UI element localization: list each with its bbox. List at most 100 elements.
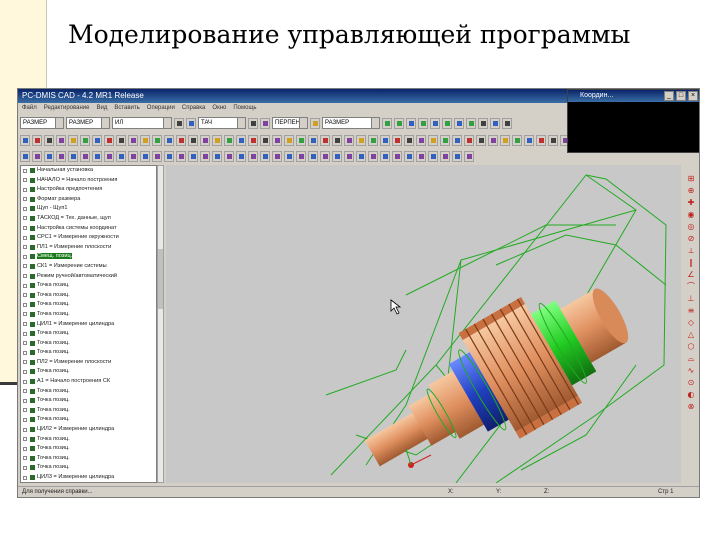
toolbar-icon[interactable] bbox=[464, 134, 474, 146]
tree-item[interactable]: Точка позиц. bbox=[21, 300, 156, 310]
menu-item[interactable]: Окно bbox=[212, 105, 226, 111]
expand-icon[interactable] bbox=[23, 379, 27, 384]
toolbar-icon[interactable] bbox=[452, 134, 462, 146]
expand-icon[interactable] bbox=[23, 446, 27, 451]
toolbar-icon[interactable] bbox=[68, 134, 78, 146]
measure-tool-icon[interactable]: ◎ bbox=[686, 223, 696, 231]
measure-tool-icon[interactable]: ⊘ bbox=[686, 235, 696, 243]
toolbar-icon[interactable] bbox=[272, 134, 282, 146]
expand-icon[interactable] bbox=[23, 417, 27, 422]
minimize-button[interactable]: _ bbox=[664, 91, 674, 101]
toolbar-icon[interactable] bbox=[248, 117, 258, 129]
measure-tool-icon[interactable]: ◉ bbox=[686, 211, 696, 219]
toolbar-icon[interactable] bbox=[236, 150, 246, 162]
toolbar-icon[interactable] bbox=[524, 134, 534, 146]
toolbar-icon[interactable] bbox=[140, 134, 150, 146]
toolbar-icon[interactable] bbox=[320, 150, 330, 162]
tree-item[interactable]: СРС1 = Измерение окружности bbox=[21, 233, 156, 243]
toolbar-icon[interactable] bbox=[92, 134, 102, 146]
measure-tool-icon[interactable]: ∿ bbox=[686, 367, 696, 375]
expand-icon[interactable] bbox=[23, 264, 27, 269]
tree-item[interactable]: Точка позиц. bbox=[21, 444, 156, 454]
toolbar-icon[interactable] bbox=[80, 134, 90, 146]
expand-icon[interactable] bbox=[23, 456, 27, 461]
toolbar-icon[interactable] bbox=[212, 134, 222, 146]
toolbar-icon[interactable] bbox=[284, 150, 294, 162]
toolbar-icon[interactable] bbox=[200, 150, 210, 162]
menu-item[interactable]: Справка bbox=[182, 105, 206, 111]
tree-item[interactable]: Смещ. позиц. bbox=[21, 252, 156, 262]
expand-icon[interactable] bbox=[23, 197, 27, 202]
toolbar-icon[interactable] bbox=[332, 150, 342, 162]
tree-item[interactable]: Точка позиц. bbox=[21, 291, 156, 301]
toolbar-icon[interactable] bbox=[430, 117, 440, 129]
expand-icon[interactable] bbox=[23, 293, 27, 298]
toolbar-icon[interactable] bbox=[248, 150, 258, 162]
toolbar-icon[interactable] bbox=[200, 134, 210, 146]
tree-item[interactable]: Щуп - Щуп1 bbox=[21, 204, 156, 214]
expand-icon[interactable] bbox=[23, 341, 27, 346]
tree-item[interactable]: Точка позиц. bbox=[21, 463, 156, 473]
expand-icon[interactable] bbox=[23, 283, 27, 288]
expand-icon[interactable] bbox=[23, 331, 27, 336]
toolbar-combo-5[interactable]: ПЕРПЕНД bbox=[272, 117, 308, 129]
toolbar-icon[interactable] bbox=[512, 134, 522, 146]
tree-item[interactable]: Точка позиц. bbox=[21, 348, 156, 358]
toolbar-icon[interactable] bbox=[440, 134, 450, 146]
toolbar-icon[interactable] bbox=[104, 150, 114, 162]
toolbar-icon[interactable] bbox=[260, 150, 270, 162]
measure-tool-icon[interactable]: ✚ bbox=[686, 199, 696, 207]
toolbar-icon[interactable] bbox=[272, 150, 282, 162]
expand-icon[interactable] bbox=[23, 398, 27, 403]
toolbar-icon[interactable] bbox=[320, 134, 330, 146]
tree-scrollbar-thumb[interactable] bbox=[158, 249, 163, 309]
toolbar-icon[interactable] bbox=[548, 134, 558, 146]
toolbar-icon[interactable] bbox=[442, 117, 452, 129]
measure-tool-icon[interactable]: ⊥ bbox=[686, 295, 696, 303]
tree-item[interactable]: А1 = Начало построения СК bbox=[21, 377, 156, 387]
toolbar-icon[interactable] bbox=[104, 134, 114, 146]
toolbar-icon[interactable] bbox=[476, 134, 486, 146]
tree-scrollbar[interactable] bbox=[157, 165, 164, 483]
toolbar-icon[interactable] bbox=[188, 150, 198, 162]
toolbar-icon[interactable] bbox=[140, 150, 150, 162]
measure-tool-icon[interactable]: △ bbox=[686, 331, 696, 339]
toolbar-icon[interactable] bbox=[428, 134, 438, 146]
toolbar-icon[interactable] bbox=[164, 150, 174, 162]
expand-icon[interactable] bbox=[23, 475, 27, 480]
menu-item[interactable]: Операции bbox=[147, 105, 175, 111]
tree-item[interactable]: Точка позиц. bbox=[21, 396, 156, 406]
expand-icon[interactable] bbox=[23, 245, 27, 250]
toolbar-icon[interactable] bbox=[394, 117, 404, 129]
tree-item[interactable]: Точка позиц. bbox=[21, 387, 156, 397]
toolbar-combo-4[interactable]: ТАЧ bbox=[198, 117, 246, 129]
toolbar-icon[interactable] bbox=[260, 134, 270, 146]
toolbar-icon[interactable] bbox=[428, 150, 438, 162]
menu-item[interactable]: Вставить bbox=[114, 105, 139, 111]
toolbar-icon[interactable] bbox=[500, 134, 510, 146]
toolbar-icon[interactable] bbox=[296, 150, 306, 162]
measure-tool-icon[interactable]: ⊕ bbox=[686, 187, 696, 195]
toolbar-combo-6[interactable]: РАЗМЕР bbox=[322, 117, 380, 129]
toolbar-icon[interactable] bbox=[466, 117, 476, 129]
toolbar-icon[interactable] bbox=[20, 150, 30, 162]
tree-item[interactable]: Режим ручной/автоматический bbox=[21, 272, 156, 282]
graphics-view[interactable] bbox=[166, 165, 681, 483]
menu-item[interactable]: Редактирование bbox=[44, 105, 90, 111]
measure-tool-icon[interactable]: ∥ bbox=[686, 259, 696, 267]
measure-tool-icon[interactable]: ⬡ bbox=[686, 343, 696, 351]
tree-item[interactable]: Точка позиц. bbox=[21, 367, 156, 377]
expand-icon[interactable] bbox=[23, 302, 27, 307]
close-button[interactable]: × bbox=[688, 91, 698, 101]
expand-icon[interactable] bbox=[23, 360, 27, 365]
toolbar-icon[interactable] bbox=[20, 134, 30, 146]
toolbar-icon[interactable] bbox=[356, 134, 366, 146]
toolbar-icon[interactable] bbox=[176, 134, 186, 146]
toolbar-icon[interactable] bbox=[536, 134, 546, 146]
expand-icon[interactable] bbox=[23, 312, 27, 317]
expand-icon[interactable] bbox=[23, 274, 27, 279]
toolbar-icon[interactable] bbox=[418, 117, 428, 129]
expand-icon[interactable] bbox=[23, 369, 27, 374]
expand-icon[interactable] bbox=[23, 187, 27, 192]
expand-icon[interactable] bbox=[23, 235, 27, 240]
